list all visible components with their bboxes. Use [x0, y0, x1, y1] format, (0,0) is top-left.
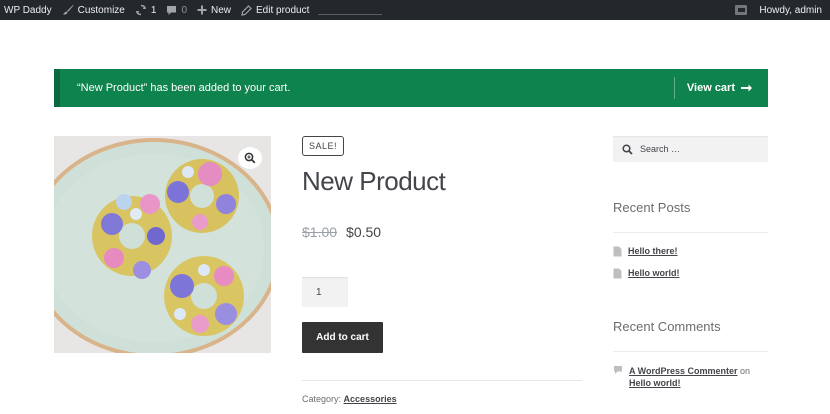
search-form: [613, 136, 768, 162]
recent-post-item: Hello there!: [613, 246, 678, 257]
comments-icon: [167, 5, 177, 15]
document-icon: [613, 246, 622, 257]
category-link[interactable]: Accessories: [344, 394, 397, 404]
admin-bar: WP Daddy Customize 1 0 New Edit product …: [0, 0, 830, 20]
quantity-input[interactable]: [302, 277, 348, 307]
view-cart-label: View cart: [686, 82, 735, 94]
admin-bar-site-name[interactable]: WP Daddy: [0, 0, 57, 20]
notice-stripe: [54, 69, 60, 107]
recent-comments-title: Recent Comments: [613, 319, 721, 334]
new-label: New: [211, 4, 232, 16]
comment-bubble-icon: [614, 366, 622, 374]
plus-icon: [197, 5, 207, 15]
recent-post-link[interactable]: Hello there!: [628, 246, 678, 256]
product-meta-divider: [302, 380, 582, 381]
comment-post-link[interactable]: Hello world!: [629, 378, 681, 388]
admin-bar-customize[interactable]: Customize: [57, 0, 130, 20]
admin-bar-new[interactable]: New: [192, 0, 236, 20]
paintbrush-icon: [62, 5, 74, 15]
screen-options-icon[interactable]: [735, 5, 748, 15]
document-icon: [613, 268, 622, 279]
comment-author-link[interactable]: A WordPress Commenter: [629, 366, 738, 376]
sale-badge: SALE!: [302, 136, 345, 156]
category-label: Category:: [302, 394, 342, 404]
search-input[interactable]: [640, 144, 760, 154]
admin-bar-divider: [318, 14, 383, 15]
recent-posts-title: Recent Posts: [613, 200, 691, 215]
admin-bar-updates[interactable]: 1: [130, 0, 162, 20]
admin-bar-right: Howdy, admin: [735, 0, 830, 20]
recent-comments-divider: [613, 351, 768, 352]
price-old: $1.00: [302, 224, 338, 240]
howdy-user[interactable]: Howdy, admin: [759, 5, 830, 16]
product-category: Category: Accessories: [302, 394, 397, 404]
customize-label: Customize: [77, 4, 125, 16]
recent-comment-item: A WordPress Commenter on Hello world!: [613, 365, 769, 389]
updates-icon: [135, 4, 146, 16]
comments-count: 0: [181, 4, 187, 16]
edit-product-label: Edit product: [256, 4, 310, 16]
price-new: $0.50: [346, 224, 382, 240]
recent-posts-divider: [613, 232, 768, 233]
pencil-icon: [241, 4, 252, 16]
recent-post-link[interactable]: Hello world!: [628, 268, 680, 278]
product-photo: [54, 136, 271, 353]
recent-comment-text: A WordPress Commenter on Hello world!: [629, 365, 769, 389]
product-image[interactable]: [54, 136, 271, 353]
view-cart-link[interactable]: View cart: [675, 82, 768, 94]
notice-message: “New Product” has been added to your car…: [77, 82, 291, 94]
updates-count: 1: [150, 4, 157, 16]
admin-bar-comments[interactable]: 0: [161, 0, 192, 20]
product-price: $1.00 $0.50: [302, 224, 381, 240]
search-icon: [622, 143, 633, 155]
arrow-right-icon: [741, 84, 752, 92]
zoom-icon: [244, 152, 256, 164]
product-title: New Product: [302, 166, 446, 196]
cart-notice: “New Product” has been added to your car…: [54, 69, 768, 107]
comment-on-label: on: [740, 366, 751, 376]
admin-bar-edit-product[interactable]: Edit product: [236, 0, 314, 20]
recent-post-item: Hello world!: [613, 268, 680, 279]
add-to-cart-button[interactable]: Add to cart: [302, 322, 383, 353]
zoom-image-button[interactable]: [238, 147, 262, 169]
site-name-label: WP Daddy: [4, 4, 52, 16]
